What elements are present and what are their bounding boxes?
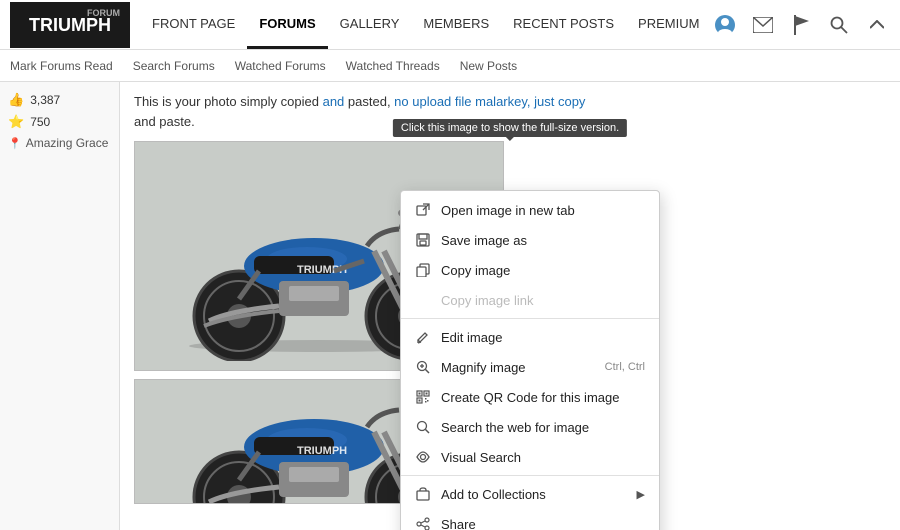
visual-search-icon xyxy=(415,449,431,465)
ctx-share[interactable]: Share xyxy=(401,509,659,530)
ctx-copy-image[interactable]: Copy image xyxy=(401,255,659,285)
sidebar-stars: ⭐ 750 xyxy=(8,114,111,130)
share-icon xyxy=(415,516,431,530)
nav-frontpage[interactable]: FRONT PAGE xyxy=(140,0,247,49)
ctx-save-image[interactable]: Save image as xyxy=(401,225,659,255)
ctx-edit-image[interactable]: Edit image xyxy=(401,322,659,352)
post-text-middle: pasted, xyxy=(344,94,394,109)
collections-icon xyxy=(415,486,431,502)
sub-nav-search[interactable]: Search Forums xyxy=(133,55,215,77)
ctx-open-new-tab-label: Open image in new tab xyxy=(441,203,645,218)
ctx-copy-image-link: Copy image link xyxy=(401,285,659,315)
likes-count: 3,387 xyxy=(30,93,60,107)
ctx-separator-2 xyxy=(401,475,659,476)
flag-icon[interactable] xyxy=(787,11,815,39)
logo-main-text: TRIUMPH xyxy=(29,16,111,34)
nav-premium[interactable]: PREMIUM xyxy=(626,0,711,49)
sub-nav-new-posts[interactable]: New Posts xyxy=(460,55,517,77)
post-text-end: and paste. xyxy=(134,114,195,129)
magnify-icon xyxy=(415,359,431,375)
ctx-separator-1 xyxy=(401,318,659,319)
nav-gallery[interactable]: GALLERY xyxy=(328,0,412,49)
collapse-icon[interactable] xyxy=(863,11,891,39)
main-nav: FRONT PAGE FORUMS GALLERY MEMBERS RECENT… xyxy=(130,0,711,49)
main-area: This is your photo simply copied and pas… xyxy=(120,82,900,530)
collections-arrow-icon: ▶ xyxy=(637,488,645,501)
nav-recent-posts[interactable]: RECENT POSTS xyxy=(501,0,626,49)
post-text-start: This is your photo simply copied xyxy=(134,94,323,109)
save-icon xyxy=(415,232,431,248)
ctx-create-qr[interactable]: Create QR Code for this image xyxy=(401,382,659,412)
sub-nav-mark-read[interactable]: Mark Forums Read xyxy=(10,55,113,77)
ctx-magnify-shortcut: Ctrl, Ctrl xyxy=(605,361,645,373)
ctx-edit-label: Edit image xyxy=(441,330,645,345)
ctx-magnify-image[interactable]: Magnify image Ctrl, Ctrl xyxy=(401,352,659,382)
avatar-icon[interactable] xyxy=(711,11,739,39)
ctx-save-label: Save image as xyxy=(441,233,645,248)
ctx-visual-search-label: Visual Search xyxy=(441,450,645,465)
image-tooltip: Click this image to show the full-size v… xyxy=(393,119,627,137)
ctx-share-label: Share xyxy=(441,517,645,530)
open-tab-icon xyxy=(415,202,431,218)
sub-nav: Mark Forums Read Search Forums Watched F… xyxy=(0,50,900,82)
ctx-open-new-tab[interactable]: Open image in new tab xyxy=(401,195,659,225)
post-link2[interactable]: no upload file malarkey, just copy xyxy=(394,94,585,109)
nav-members[interactable]: MEMBERS xyxy=(411,0,501,49)
sidebar-location: 📍 Amazing Grace xyxy=(8,136,111,150)
search-icon[interactable] xyxy=(825,11,853,39)
copy-icon xyxy=(415,262,431,278)
thumb-icon: 👍 xyxy=(8,92,24,108)
edit-icon xyxy=(415,329,431,345)
sub-nav-watched-threads[interactable]: Watched Threads xyxy=(346,55,440,77)
header-icons xyxy=(711,11,891,39)
ctx-search-web[interactable]: Search the web for image xyxy=(401,412,659,442)
content-area: 👍 3,387 ⭐ 750 📍 Amazing Grace This is yo… xyxy=(0,82,900,530)
search-web-icon xyxy=(415,419,431,435)
ctx-collections-label: Add to Collections xyxy=(441,487,627,502)
copy-link-icon xyxy=(415,292,431,308)
logo-forum-text: FORUM xyxy=(87,8,120,18)
location-icon: 📍 xyxy=(8,137,22,150)
nav-forums[interactable]: FORUMS xyxy=(247,0,327,49)
qr-icon xyxy=(415,389,431,405)
ctx-add-collections[interactable]: Add to Collections ▶ xyxy=(401,479,659,509)
header: FORUM TRIUMPH FRONT PAGE FORUMS GALLERY … xyxy=(0,0,900,50)
sidebar: 👍 3,387 ⭐ 750 📍 Amazing Grace xyxy=(0,82,120,530)
ctx-visual-search[interactable]: Visual Search xyxy=(401,442,659,472)
ctx-copy-image-link-label: Copy image link xyxy=(441,293,645,308)
mail-icon[interactable] xyxy=(749,11,777,39)
sidebar-likes: 👍 3,387 xyxy=(8,92,111,108)
sub-nav-watched-forums[interactable]: Watched Forums xyxy=(235,55,326,77)
context-menu: Open image in new tab Save image as Copy… xyxy=(400,190,660,530)
post-link1[interactable]: and xyxy=(323,94,345,109)
star-icon: ⭐ xyxy=(8,114,24,130)
ctx-search-web-label: Search the web for image xyxy=(441,420,645,435)
ctx-qr-label: Create QR Code for this image xyxy=(441,390,645,405)
svg-text:TRIUMPH: TRIUMPH xyxy=(297,445,347,457)
ctx-copy-image-label: Copy image xyxy=(441,263,645,278)
location-text: Amazing Grace xyxy=(26,136,109,150)
ctx-magnify-label: Magnify image xyxy=(441,360,595,375)
logo[interactable]: FORUM TRIUMPH xyxy=(10,2,130,48)
stars-count: 750 xyxy=(30,115,50,129)
